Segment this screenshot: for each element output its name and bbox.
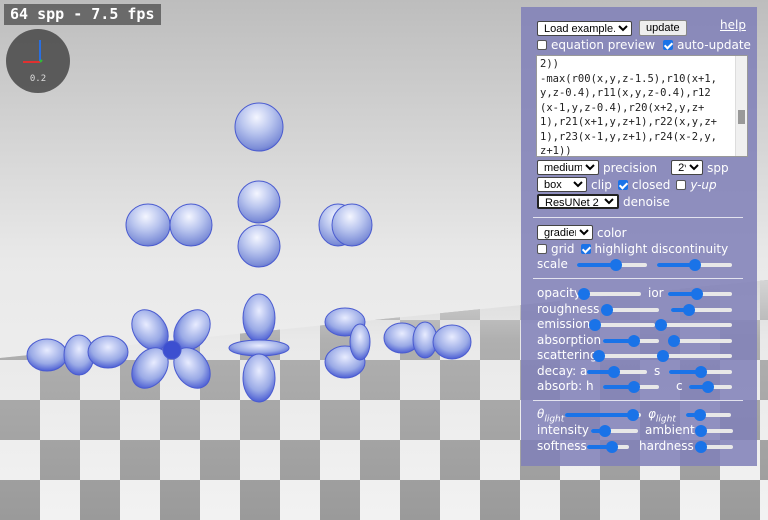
closed-label: closed <box>631 177 671 192</box>
separator <box>533 400 743 401</box>
update-button[interactable]: update <box>639 20 687 36</box>
material-slider-5-handle[interactable] <box>608 365 620 378</box>
color-label: color <box>597 225 627 240</box>
example-select[interactable]: Load example... <box>537 20 632 36</box>
spp-select[interactable]: 2* <box>671 160 704 175</box>
light-slider2-2[interactable] <box>694 441 733 453</box>
material-slider-4-handle[interactable] <box>593 350 605 362</box>
light-slider-2-handle[interactable] <box>606 441 619 453</box>
light-slider-0[interactable] <box>565 409 641 421</box>
light-label2-1: ambient <box>645 423 695 437</box>
material-slider2-2[interactable] <box>655 319 732 331</box>
material-label-1: roughness <box>537 301 600 316</box>
grid-label: grid <box>551 242 575 256</box>
material-slider-1-handle[interactable] <box>600 303 613 316</box>
axes-scale: 0.2 <box>29 74 47 84</box>
fps-counter: 64 spp - 7.5 fps <box>4 4 161 25</box>
material-slider-3-handle[interactable] <box>627 334 640 347</box>
denoise-label: denoise <box>623 194 670 209</box>
color-select[interactable]: gradient <box>537 225 593 240</box>
scale-label: scale <box>537 257 568 271</box>
denoise-select[interactable]: ResUNet 2 <box>537 194 619 209</box>
control-panel: Load example... update help equation pre… <box>521 7 757 466</box>
material-slider-4[interactable] <box>593 350 659 362</box>
scale-slider-2[interactable] <box>657 259 732 271</box>
material-slider2-5-handle[interactable] <box>694 365 707 378</box>
light-label2-2: hardness <box>639 439 694 453</box>
material-slider-1[interactable] <box>600 303 659 316</box>
highlight-discontinuity-label: highlight discontinuity <box>594 242 729 256</box>
scale-slider-1[interactable] <box>577 259 647 271</box>
material-label-3: absorption <box>537 332 602 347</box>
material-slider2-0[interactable] <box>668 288 732 300</box>
clip-select[interactable]: box <box>537 177 587 192</box>
editor-scrollbar[interactable] <box>735 56 747 156</box>
material-slider2-1[interactable] <box>671 303 732 316</box>
y-up-label: y-up <box>690 177 717 192</box>
material-slider-2[interactable] <box>589 319 655 331</box>
material-slider-6-handle[interactable] <box>627 381 640 393</box>
material-slider-6[interactable] <box>603 381 659 393</box>
light-label-0: θlight <box>537 407 565 425</box>
material-slider-5[interactable] <box>587 365 647 378</box>
material-label-2: emission <box>537 317 591 331</box>
light-slider2-1[interactable] <box>694 425 733 437</box>
material-slider2-3-handle[interactable] <box>668 334 681 347</box>
help-link[interactable]: help <box>720 18 746 32</box>
material-label-0: opacity <box>537 286 582 300</box>
material-slider-0-handle[interactable] <box>578 288 590 300</box>
light-label2-0: φlight <box>648 407 676 425</box>
spp-label: spp <box>707 160 729 175</box>
separator <box>533 278 743 279</box>
scale-slider-2-handle[interactable] <box>688 259 701 271</box>
auto-update-label: auto-update <box>677 38 751 52</box>
material-slider2-4-handle[interactable] <box>657 350 669 362</box>
material-label2-5: s <box>654 363 661 378</box>
grid-checkbox[interactable] <box>537 244 547 254</box>
axes-gizmo[interactable]: 0.2 <box>6 29 70 93</box>
equation-preview-label: equation preview <box>551 38 656 52</box>
material-slider-2-handle[interactable] <box>589 319 601 331</box>
material-slider-3[interactable] <box>603 334 659 347</box>
material-label2-0: ior <box>648 286 664 300</box>
clip-label: clip <box>591 177 612 192</box>
material-label2-6: c <box>676 379 683 393</box>
scroll-thumb[interactable] <box>738 110 745 124</box>
material-slider2-1-handle[interactable] <box>683 303 696 316</box>
closed-checkbox[interactable] <box>617 179 628 190</box>
light-slider-1-handle[interactable] <box>599 425 612 437</box>
auto-update-checkbox[interactable] <box>663 40 674 50</box>
y-up-checkbox[interactable] <box>676 179 687 190</box>
light-slider2-2-handle[interactable] <box>694 441 707 453</box>
scale-slider-1-handle[interactable] <box>609 259 622 271</box>
light-slider-0-handle[interactable] <box>627 409 640 421</box>
material-slider2-2-handle[interactable] <box>655 319 667 331</box>
highlight-discontinuity-checkbox[interactable] <box>580 244 591 254</box>
material-slider2-6[interactable] <box>689 381 732 393</box>
material-slider2-4[interactable] <box>657 350 732 362</box>
light-label-1: intensity <box>537 423 590 437</box>
material-slider2-3[interactable] <box>668 334 732 347</box>
light-label-2: softness <box>537 439 587 453</box>
material-label-5: decay: a <box>537 363 588 378</box>
equation-preview-checkbox[interactable] <box>537 40 547 50</box>
light-slider-0-fill <box>565 413 634 417</box>
light-slider2-0-handle[interactable] <box>693 409 706 421</box>
light-slider-1[interactable] <box>591 425 638 437</box>
separator <box>533 217 743 218</box>
equation-text: 2)) -max(r00(x,y,z-1.5),r10(x+1, y,z-0.4… <box>540 58 718 157</box>
material-slider2-0-handle[interactable] <box>690 288 703 300</box>
precision-label: precision <box>603 160 658 175</box>
material-slider-0[interactable] <box>578 288 641 300</box>
material-label-4: scattering <box>537 348 598 362</box>
light-slider-2[interactable] <box>587 441 629 453</box>
light-slider2-0[interactable] <box>686 409 731 421</box>
material-label-6: absorb: h <box>537 379 594 393</box>
equation-editor[interactable]: 2)) -max(r00(x,y,z-1.5),r10(x+1, y,z-0.4… <box>536 55 748 157</box>
material-slider2-5[interactable] <box>669 365 732 378</box>
material-slider2-6-handle[interactable] <box>702 381 715 393</box>
light-slider2-1-handle[interactable] <box>694 425 707 437</box>
precision-select[interactable]: medium <box>537 160 599 175</box>
